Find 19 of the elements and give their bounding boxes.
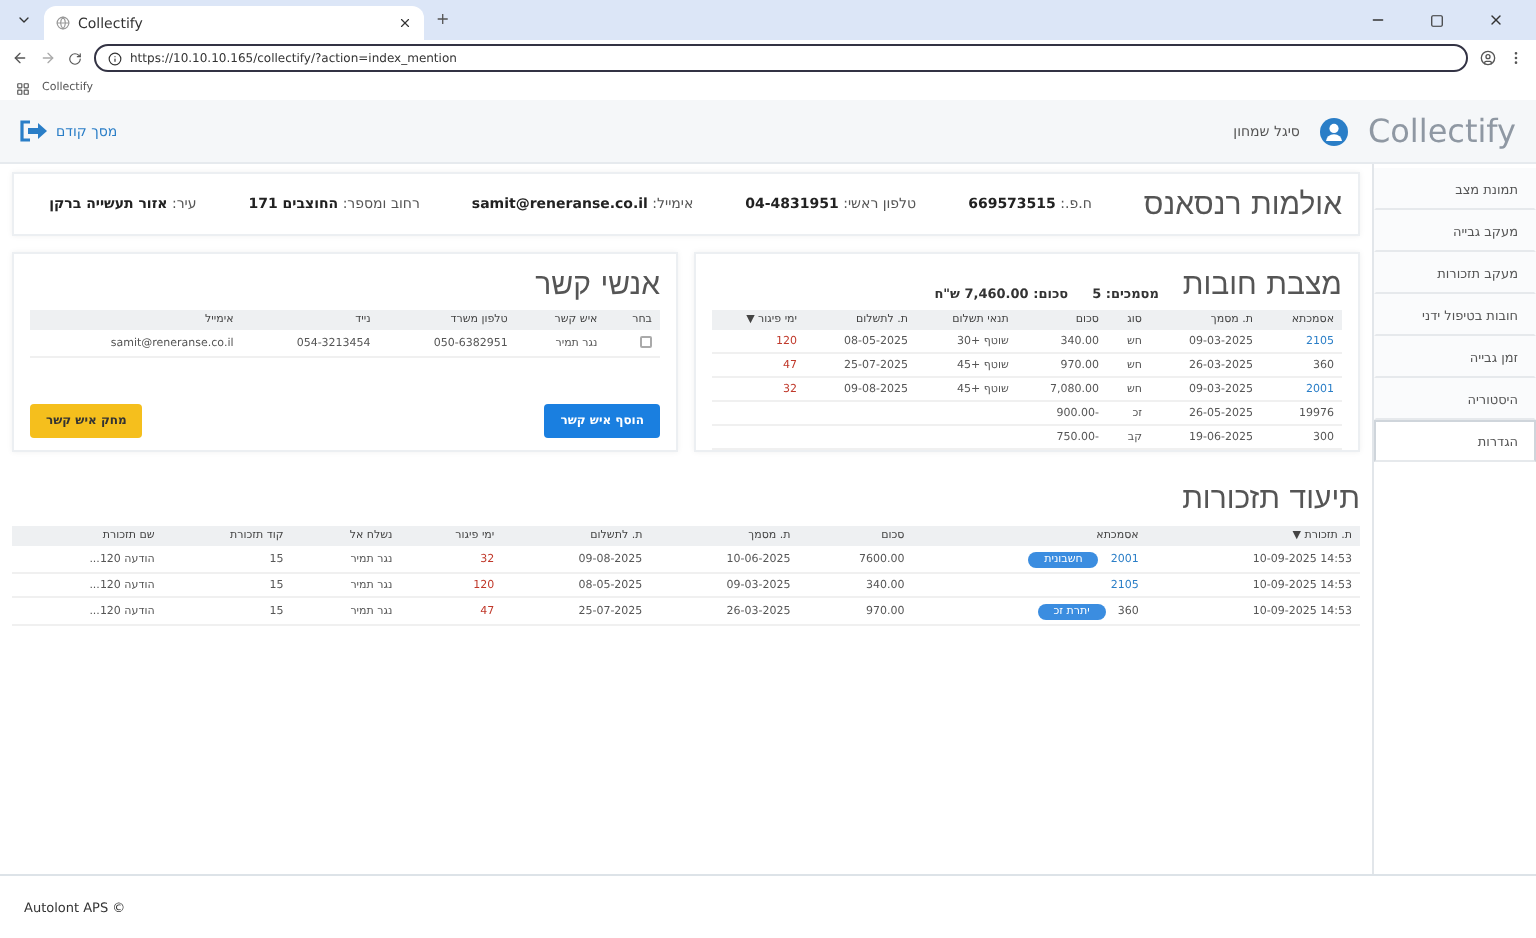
row-checkbox[interactable] [640, 335, 652, 347]
close-icon[interactable] [398, 16, 412, 30]
exit-icon [20, 120, 48, 142]
apps-icon[interactable] [16, 81, 30, 95]
debts-title: מצבת חובות [1182, 266, 1342, 302]
company-name: אולמות רנסאנס [1143, 186, 1342, 222]
contacts-title: אנשי קשר [535, 266, 660, 302]
logo: Collectify [1367, 112, 1516, 150]
user-icon [1319, 117, 1348, 145]
new-tab-button[interactable]: + [436, 12, 450, 28]
reminders-title: תיעוד תזכורות [1182, 480, 1360, 516]
globe-icon [56, 16, 70, 30]
site-info-icon[interactable] [108, 51, 122, 65]
profile-icon[interactable] [1480, 50, 1496, 66]
restore-icon[interactable] [1430, 13, 1444, 27]
close-window-icon[interactable] [1488, 12, 1504, 28]
tab-menu-icon[interactable] [16, 12, 32, 28]
reload-icon[interactable] [68, 51, 82, 65]
back-icon[interactable] [12, 50, 28, 66]
